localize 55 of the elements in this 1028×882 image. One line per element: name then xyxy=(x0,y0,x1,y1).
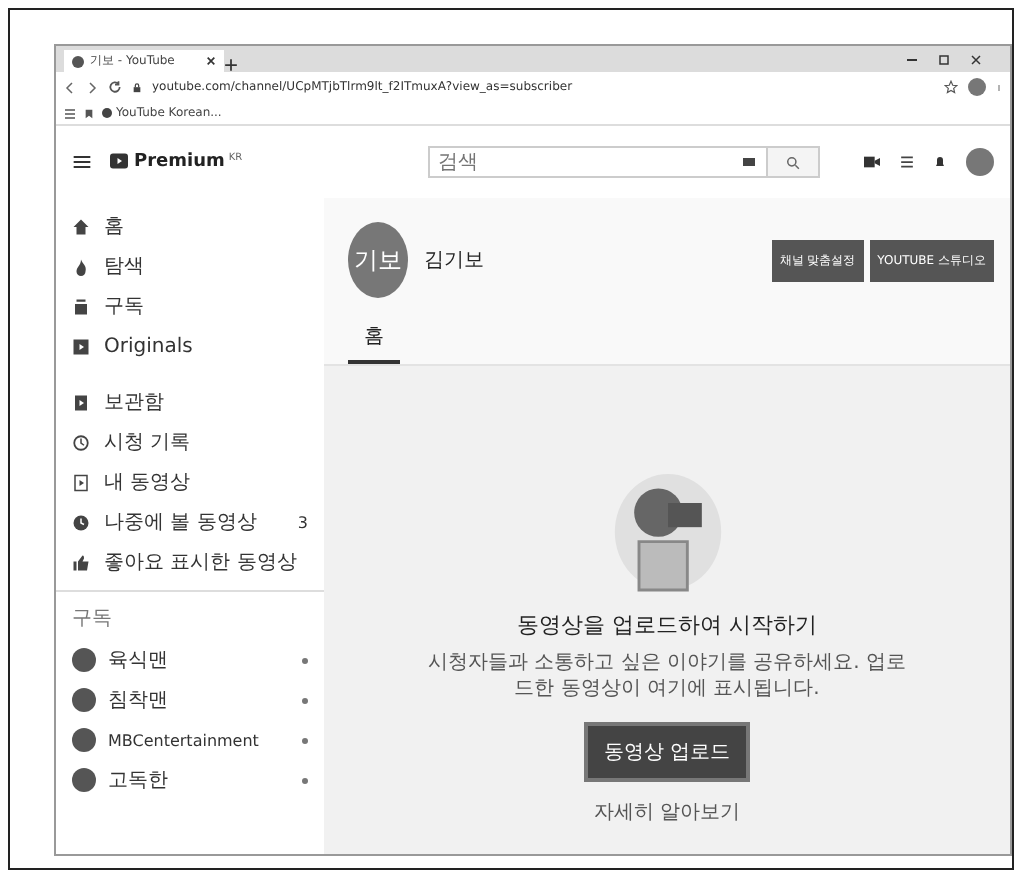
favicon-icon xyxy=(102,108,112,118)
new-tab-icon[interactable] xyxy=(224,58,238,72)
channel-avatar xyxy=(72,768,96,792)
sidebar-item[interactable]: 보관함 xyxy=(56,382,324,422)
restore-icon[interactable] xyxy=(938,53,950,65)
favicon-icon xyxy=(72,55,84,67)
play-square-icon xyxy=(72,337,90,355)
thumbs-up-icon xyxy=(72,553,90,571)
subscription-item[interactable]: 육식맨 xyxy=(56,640,324,680)
bookmark-icon xyxy=(84,107,94,119)
channel-avatar xyxy=(72,648,96,672)
section-title: 구독 xyxy=(70,606,114,634)
video-file-icon xyxy=(72,473,90,491)
lock-icon xyxy=(132,81,142,93)
empty-state-text: 시청자들과 소통하고 싶은 이야기를 공유하세요. 업로드한 동영상이 여기에 표시됩니다. xyxy=(427,650,907,702)
forward-icon[interactable] xyxy=(86,81,98,93)
search-field[interactable]: 검색 xyxy=(428,146,769,178)
subscription-item[interactable]: MBCentertainment xyxy=(56,720,324,760)
sidebar-item[interactable]: 시청 기록 xyxy=(56,422,324,462)
sidebar-item[interactable]: 탐색 xyxy=(56,246,324,286)
sidebar-item[interactable]: Originals xyxy=(56,326,324,366)
sidebar-item[interactable]: 나중에 볼 동영상 3 xyxy=(56,502,324,542)
bell-icon[interactable] xyxy=(934,154,946,170)
avatar[interactable] xyxy=(966,148,994,176)
subscription-item[interactable]: 고독한 xyxy=(56,760,324,800)
search-icon xyxy=(786,155,801,169)
channel-name: 김기보 xyxy=(424,248,484,274)
channel-avatar xyxy=(72,728,96,752)
camera-person-illustration xyxy=(609,470,725,594)
empty-state-title: 동영상을 업로드하여 시작하기 xyxy=(517,610,817,640)
minimize-icon[interactable] xyxy=(906,53,918,65)
star-icon[interactable] xyxy=(944,80,958,94)
back-icon[interactable] xyxy=(64,81,76,93)
sidebar-item[interactable]: 좋아요 표시한 동영상 xyxy=(56,542,324,582)
home-icon xyxy=(72,217,90,235)
menu-icon[interactable] xyxy=(72,152,92,172)
channel-avatar xyxy=(72,688,96,712)
search-button[interactable] xyxy=(768,146,821,178)
clock-icon xyxy=(72,513,90,531)
count-label: 3 xyxy=(297,513,308,531)
channel-tab[interactable]: 홈 xyxy=(348,318,400,364)
sidebar-item[interactable]: 홈 xyxy=(56,206,324,246)
reload-icon[interactable] xyxy=(108,80,122,94)
profile-avatar-icon[interactable] xyxy=(968,78,986,96)
upload-button[interactable]: 동영상 업로드 xyxy=(583,722,751,782)
play-logo-icon xyxy=(108,152,130,170)
stacked-screens-icon xyxy=(72,297,90,315)
learn-more-link[interactable]: 자세히 알아보기 xyxy=(593,798,741,826)
subscription-item[interactable]: 침착맨 xyxy=(56,680,324,720)
sidebar-item[interactable]: 구독 xyxy=(56,286,324,326)
close-icon[interactable] xyxy=(970,53,982,65)
close-icon[interactable] xyxy=(206,56,216,66)
channel-avatar: 기보 xyxy=(348,222,408,298)
sidebar-item[interactable]: 내 동영상 xyxy=(56,462,324,502)
camera-plus-icon[interactable] xyxy=(864,154,880,170)
